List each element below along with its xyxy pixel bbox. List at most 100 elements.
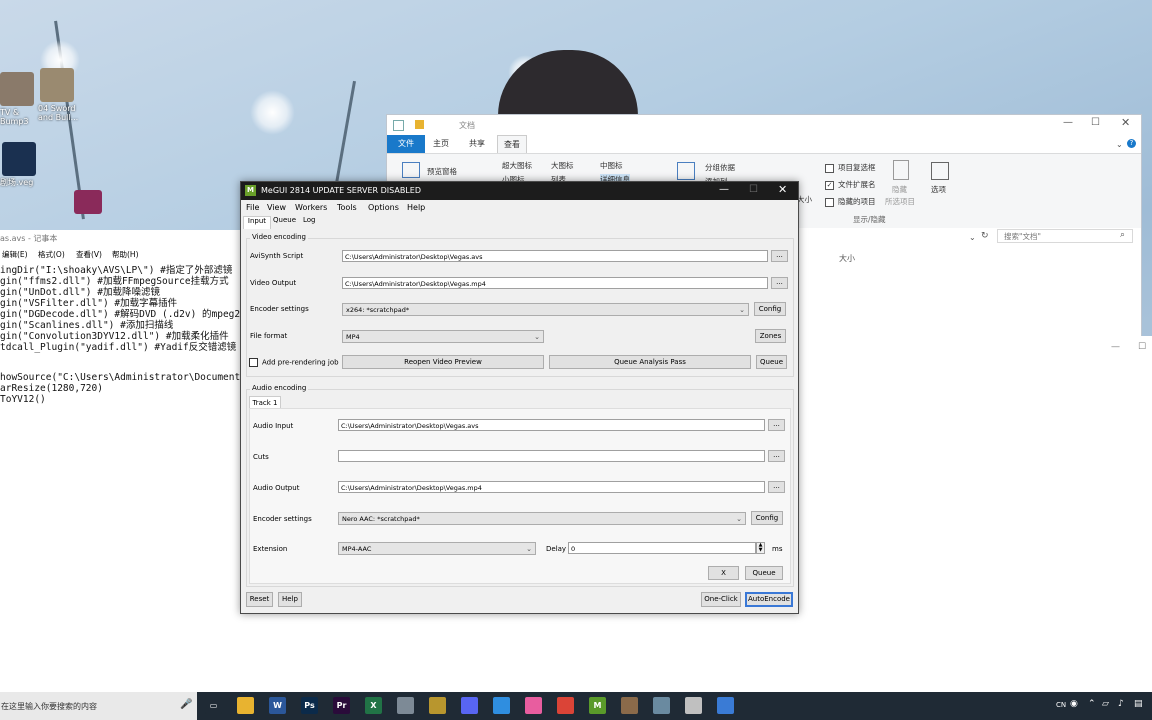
hide-button[interactable]: 隐藏 <box>892 184 907 195</box>
audio-queue-button[interactable]: Queue <box>745 566 783 580</box>
desktop-icon-sword[interactable] <box>40 68 74 102</box>
reset-button[interactable]: Reset <box>246 592 273 607</box>
delay-input[interactable]: 0 <box>568 542 756 554</box>
minimize-icon[interactable]: — <box>719 184 729 195</box>
menu-format[interactable]: 格式(O) <box>38 249 65 260</box>
audio-input-field[interactable]: C:\Users\Administrator\Desktop\Vegas.avs <box>338 419 765 431</box>
audio-remove-button[interactable]: X <box>708 566 739 580</box>
browse-audio-input-button[interactable]: ... <box>768 419 785 431</box>
preview-pane-button[interactable]: 预览窗格 <box>427 166 457 177</box>
delay-spinner[interactable]: ▲ ▼ <box>756 542 765 554</box>
tab-view[interactable]: 查看 <box>497 135 527 154</box>
premiere-icon[interactable]: Pr <box>333 697 350 714</box>
word-icon[interactable]: W <box>269 697 286 714</box>
browse-video-output-button[interactable]: ... <box>771 277 788 289</box>
notification-icon[interactable]: ▤ <box>1134 699 1143 709</box>
video-config-button[interactable]: Config <box>754 302 786 316</box>
minimize-icon[interactable]: — <box>1111 342 1120 352</box>
file-format-select[interactable]: MP4 ⌄ <box>342 330 544 343</box>
maximize-icon[interactable]: ☐ <box>1138 342 1146 352</box>
chevron-down-icon[interactable]: ⌄ <box>1116 140 1123 149</box>
excel-icon[interactable]: X <box>365 697 382 714</box>
help-icon[interactable]: ? <box>1127 139 1136 148</box>
app-icon-5[interactable] <box>685 697 702 714</box>
options-button[interactable]: 选项 <box>931 184 946 195</box>
megui-icon[interactable]: M <box>589 697 606 714</box>
prerender-checkbox[interactable]: Add pre-rendering job <box>249 358 339 367</box>
file-explorer-icon[interactable] <box>237 697 254 714</box>
tab-log[interactable]: Log <box>303 216 316 228</box>
large-icons-option[interactable]: 大图标 <box>551 160 574 171</box>
video-output-field[interactable]: C:\Users\Administrator\Desktop\Vegas.mp4 <box>342 277 768 289</box>
app-icon-1[interactable] <box>397 697 414 714</box>
itunes-icon[interactable] <box>525 697 542 714</box>
tab-input[interactable]: Input <box>243 216 271 229</box>
extra-large-icons-option[interactable]: 超大图标 <box>502 160 532 171</box>
menu-view[interactable]: View <box>267 203 286 212</box>
size-columns-button[interactable]: 大小 <box>797 194 812 205</box>
browse-audio-output-button[interactable]: ... <box>768 481 785 493</box>
taskbar-search-input[interactable]: 在这里输入你要搜索的内容 🎤 <box>0 692 197 720</box>
file-extensions-toggle[interactable]: ✓ 文件扩展名 <box>825 179 876 190</box>
checkbox[interactable] <box>249 358 258 367</box>
network-icon[interactable]: ▱ <box>1102 699 1109 709</box>
app-icon-6[interactable] <box>717 697 734 714</box>
search-input[interactable]: 搜索"文档" <box>997 229 1133 243</box>
menu-tools[interactable]: Tools <box>337 203 357 212</box>
menu-workers[interactable]: Workers <box>295 203 327 212</box>
app-icon-4[interactable] <box>653 697 670 714</box>
extension-select[interactable]: MP4-AAC ⌄ <box>338 542 536 555</box>
browse-avisynth-button[interactable]: ... <box>771 250 788 262</box>
tab-queue[interactable]: Queue <box>273 216 296 228</box>
group-by-button[interactable]: 分组依据 <box>705 162 735 173</box>
avisynth-script-field[interactable]: C:\Users\Administrator\Desktop\Vegas.avs <box>342 250 768 262</box>
menu-help[interactable]: Help <box>407 203 425 212</box>
close-icon[interactable]: ✕ <box>778 183 787 196</box>
menu-edit[interactable]: 编辑(E) <box>2 249 28 260</box>
checkbox[interactable] <box>825 197 834 207</box>
menu-view[interactable]: 查看(V) <box>76 249 102 260</box>
one-click-button[interactable]: One-Click <box>701 592 741 607</box>
address-dropdown-icon[interactable]: ⌄ <box>969 233 976 242</box>
browse-cuts-button[interactable]: ... <box>768 450 785 462</box>
close-icon[interactable]: ✕ <box>1121 116 1130 129</box>
tab-file[interactable]: 文件 <box>387 135 425 153</box>
audio-encoder-select[interactable]: Nero AAC: *scratchpad* ⌄ <box>338 512 746 525</box>
checkbox[interactable] <box>825 163 834 173</box>
queue-analysis-pass-button[interactable]: Queue Analysis Pass <box>549 355 751 369</box>
video-queue-button[interactable]: Queue <box>756 355 787 369</box>
menu-options[interactable]: Options <box>368 203 399 212</box>
chrome-icon[interactable] <box>557 697 574 714</box>
winrar-icon[interactable] <box>74 190 102 214</box>
menu-file[interactable]: File <box>246 203 259 212</box>
avatar-app-icon[interactable] <box>621 697 638 714</box>
photoshop-icon[interactable]: Ps <box>301 697 318 714</box>
language-indicator[interactable]: CN <box>1056 701 1066 709</box>
maximize-icon[interactable]: ☐ <box>749 184 758 195</box>
refresh-icon[interactable]: ↻ <box>981 231 989 241</box>
zones-button[interactable]: Zones <box>755 329 786 343</box>
desktop-icon-tv-bump[interactable] <box>0 72 34 106</box>
medium-icons-option[interactable]: 中图标 <box>600 160 623 171</box>
audio-output-field[interactable]: C:\Users\Administrator\Desktop\Vegas.mp4 <box>338 481 765 493</box>
help-button[interactable]: Help <box>278 592 302 607</box>
minimize-icon[interactable]: — <box>1063 117 1073 128</box>
task-view-icon[interactable]: ▭ <box>205 697 222 714</box>
desktop-icon-veg[interactable] <box>2 142 36 176</box>
app-icon-3[interactable] <box>493 697 510 714</box>
checkbox-checked[interactable]: ✓ <box>825 180 834 190</box>
menu-help[interactable]: 帮助(H) <box>112 249 139 260</box>
cuts-field[interactable] <box>338 450 765 462</box>
discord-icon[interactable] <box>461 697 478 714</box>
item-checkboxes-toggle[interactable]: 项目复选框 <box>825 162 876 173</box>
reopen-video-preview-button[interactable]: Reopen Video Preview <box>342 355 544 369</box>
microphone-icon[interactable]: 🎤 <box>180 699 192 710</box>
chevron-up-icon[interactable]: ⌃ <box>1088 699 1096 709</box>
maximize-icon[interactable]: ☐ <box>1091 117 1100 128</box>
hidden-items-toggle[interactable]: 隐藏的项目 <box>825 196 876 207</box>
ime-icon[interactable]: ◉ <box>1070 699 1078 709</box>
volume-icon[interactable]: ♪ <box>1118 699 1124 709</box>
video-encoder-select[interactable]: x264: *scratchpad* ⌄ <box>342 303 749 316</box>
tab-home[interactable]: 主页 <box>427 135 455 153</box>
autoencode-button[interactable]: AutoEncode <box>745 592 793 607</box>
